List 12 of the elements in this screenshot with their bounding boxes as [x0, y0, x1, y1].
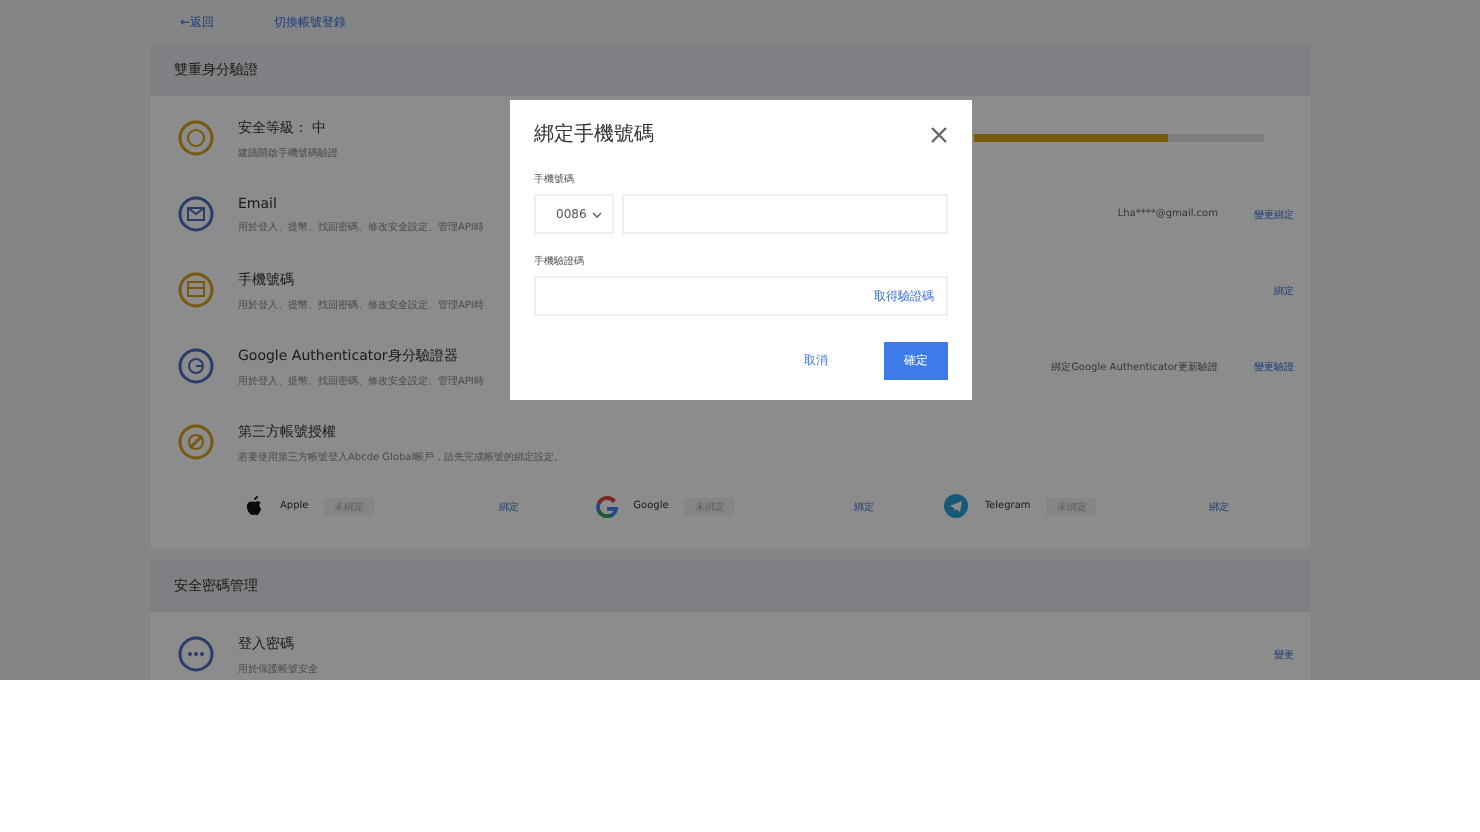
apple-icon [246, 496, 264, 516]
phone-icon [178, 272, 214, 308]
paper-plane-icon [944, 494, 969, 518]
authenticator-icon [178, 348, 214, 384]
google-icon [595, 495, 618, 517]
close-icon[interactable] [930, 125, 948, 143]
link-icon [178, 424, 214, 460]
dialog-title: 綁定手機號碼 [534, 121, 654, 148]
envelope-icon [178, 196, 214, 232]
chevron-down-icon [592, 211, 602, 217]
password-icon [178, 636, 214, 672]
target-icon [178, 120, 214, 156]
